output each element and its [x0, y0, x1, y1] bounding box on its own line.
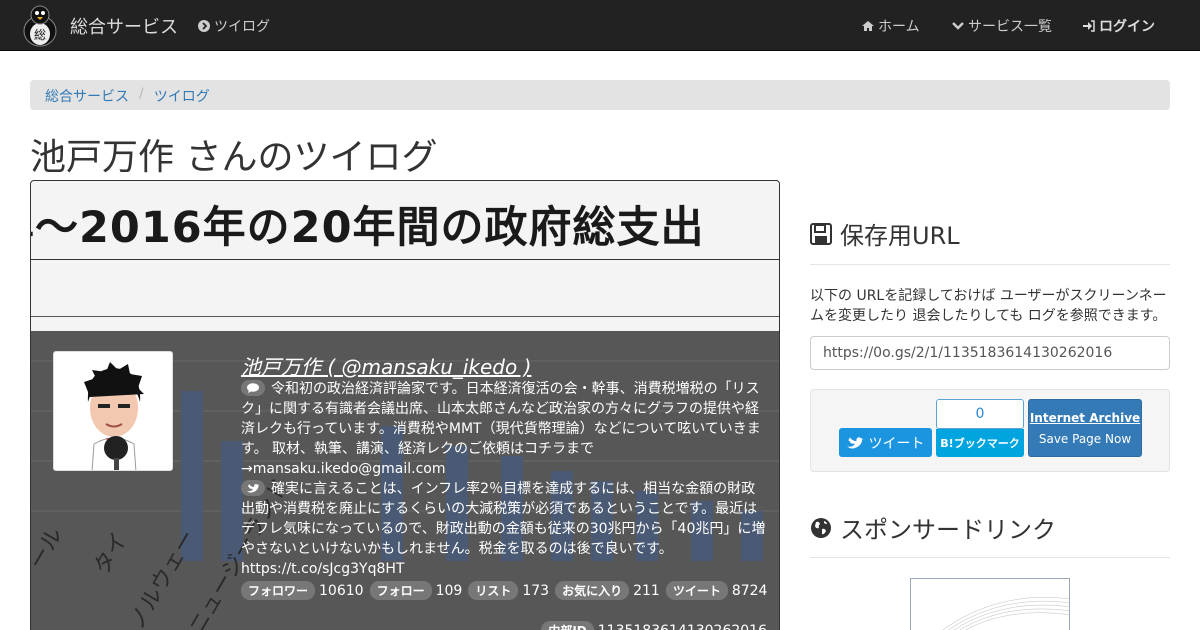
- nav-login-link[interactable]: ログイン: [1083, 16, 1155, 36]
- svg-text:総: 総: [34, 28, 46, 42]
- followers-badge: フォロワー: [241, 581, 316, 600]
- comment-icon: [241, 380, 265, 396]
- save-url-description: 以下の URLを記録しておけば ユーザーがスクリーンネームを変更したり 退会した…: [810, 288, 1167, 324]
- favorites-badge: お気に入り: [555, 581, 630, 600]
- hatena-bookmark-button[interactable]: B!ブックマーク: [936, 429, 1024, 457]
- tweets-badge: ツイート: [665, 581, 728, 600]
- following-badge: フォロー: [369, 581, 432, 600]
- banner-rule: [31, 316, 779, 317]
- tweets-count: 8724: [731, 582, 768, 599]
- sign-in-icon: [1083, 20, 1095, 32]
- floppy-disk-icon: [810, 222, 832, 245]
- sponsor-heading: スポンサードリンク: [810, 510, 1056, 545]
- internet-archive-subtitle: Save Page Now: [1038, 432, 1132, 446]
- banner-text: 年〜2016年の20年間の政府総支出: [30, 203, 705, 253]
- page-title: 池戸万作 さんのツイログ: [30, 137, 438, 178]
- save-url-input[interactable]: [810, 336, 1170, 370]
- breadcrumb: 総合サービス / ツイログ: [30, 80, 1170, 110]
- internal-id-value: 1135183614130262016: [598, 623, 767, 630]
- internet-archive-title: Internet Archive: [1029, 411, 1141, 425]
- avatar[interactable]: [53, 351, 173, 471]
- internal-id-badge: 内部ID: [541, 621, 594, 630]
- internal-id: 内部ID 1135183614130262016: [541, 621, 767, 630]
- tweet-button-label: ツイート: [868, 435, 925, 452]
- divider: [810, 557, 1170, 558]
- divider: [810, 264, 1170, 265]
- profile-banner-image: 年〜2016年の20年間の政府総支出: [30, 181, 779, 331]
- breadcrumb-separator: /: [139, 86, 144, 102]
- nav-services-label: サービス一覧: [968, 19, 1052, 35]
- chevron-down-icon: [952, 22, 964, 30]
- profile-name-link[interactable]: 池戸万作 ( @mansaku_ikedo ): [241, 351, 531, 380]
- sponsor-heading-text: スポンサードリンク: [840, 516, 1056, 544]
- brand-link[interactable]: 総合サービス: [70, 13, 178, 39]
- nav-login-label: ログイン: [1099, 19, 1155, 35]
- hatena-bookmark-count: 0: [936, 399, 1024, 429]
- favorites-count: 211: [633, 582, 660, 599]
- home-icon: [862, 21, 874, 31]
- banner-rule: [31, 259, 779, 260]
- followers-count: 10610: [319, 582, 364, 599]
- lists-badge: リスト: [468, 581, 519, 600]
- profile-description: 令和初の政治経済評論家です。日本経済復活の会・幹事、消費税増税の「リスク」に関す…: [241, 379, 769, 579]
- bio-row: 令和初の政治経済評論家です。日本経済復活の会・幹事、消費税増税の「リスク」に関す…: [241, 379, 769, 479]
- navbar: 総 総合サービス ツイログ ホーム サービス一覧 ログイン: [0, 0, 1200, 51]
- sponsored-ad-image[interactable]: [910, 578, 1070, 630]
- nav-services-link[interactable]: サービス一覧: [952, 16, 1052, 36]
- chevron-circle-right-icon: [198, 20, 210, 32]
- save-url-heading-text: 保存用URL: [840, 222, 960, 250]
- breadcrumb-twilog-link[interactable]: ツイログ: [154, 86, 210, 105]
- profile-card: 年〜2016年の20年間の政府総支出 ール タイ ノルウェー ニュージーランド …: [30, 180, 780, 630]
- lists-count: 173: [522, 582, 550, 599]
- nav-home-link[interactable]: ホーム: [862, 16, 920, 36]
- twitter-bird-icon: [846, 437, 863, 449]
- tweet-button[interactable]: ツイート: [839, 428, 932, 457]
- profile-stats: フォロワー 10610 フォロー 109 リスト 173 お気に入り 211 ツイート 8…: [241, 581, 769, 600]
- twitter-bird-icon: [241, 480, 265, 496]
- penguin-logo-icon[interactable]: 総: [20, 3, 60, 47]
- breadcrumb-home-link[interactable]: 総合サービス: [45, 86, 129, 105]
- internet-archive-button[interactable]: Internet Archive Save Page Now: [1028, 399, 1142, 457]
- globe-icon: [811, 517, 831, 538]
- nav-twilog-link[interactable]: ツイログ: [198, 16, 270, 36]
- bio-text: 令和初の政治経済評論家です。日本経済復活の会・幹事、消費税増税の「リスク」に関す…: [241, 381, 761, 477]
- following-count: 109: [435, 582, 463, 599]
- nav-home-label: ホーム: [878, 19, 920, 35]
- profile-body: ール タイ ノルウェー ニュージーランド 池戸万作 ( @mansaku_ike…: [31, 331, 779, 630]
- pinned-tweet-text: 確実に言えることは、インフレ率2％目標を達成するには、相当な金額の財政出動や消費…: [241, 481, 766, 577]
- save-url-heading: 保存用URL: [810, 216, 960, 251]
- pinned-tweet-row: 確実に言えることは、インフレ率2％目標を達成するには、相当な金額の財政出動や消費…: [241, 479, 769, 579]
- nav-twilog-label: ツイログ: [214, 19, 270, 35]
